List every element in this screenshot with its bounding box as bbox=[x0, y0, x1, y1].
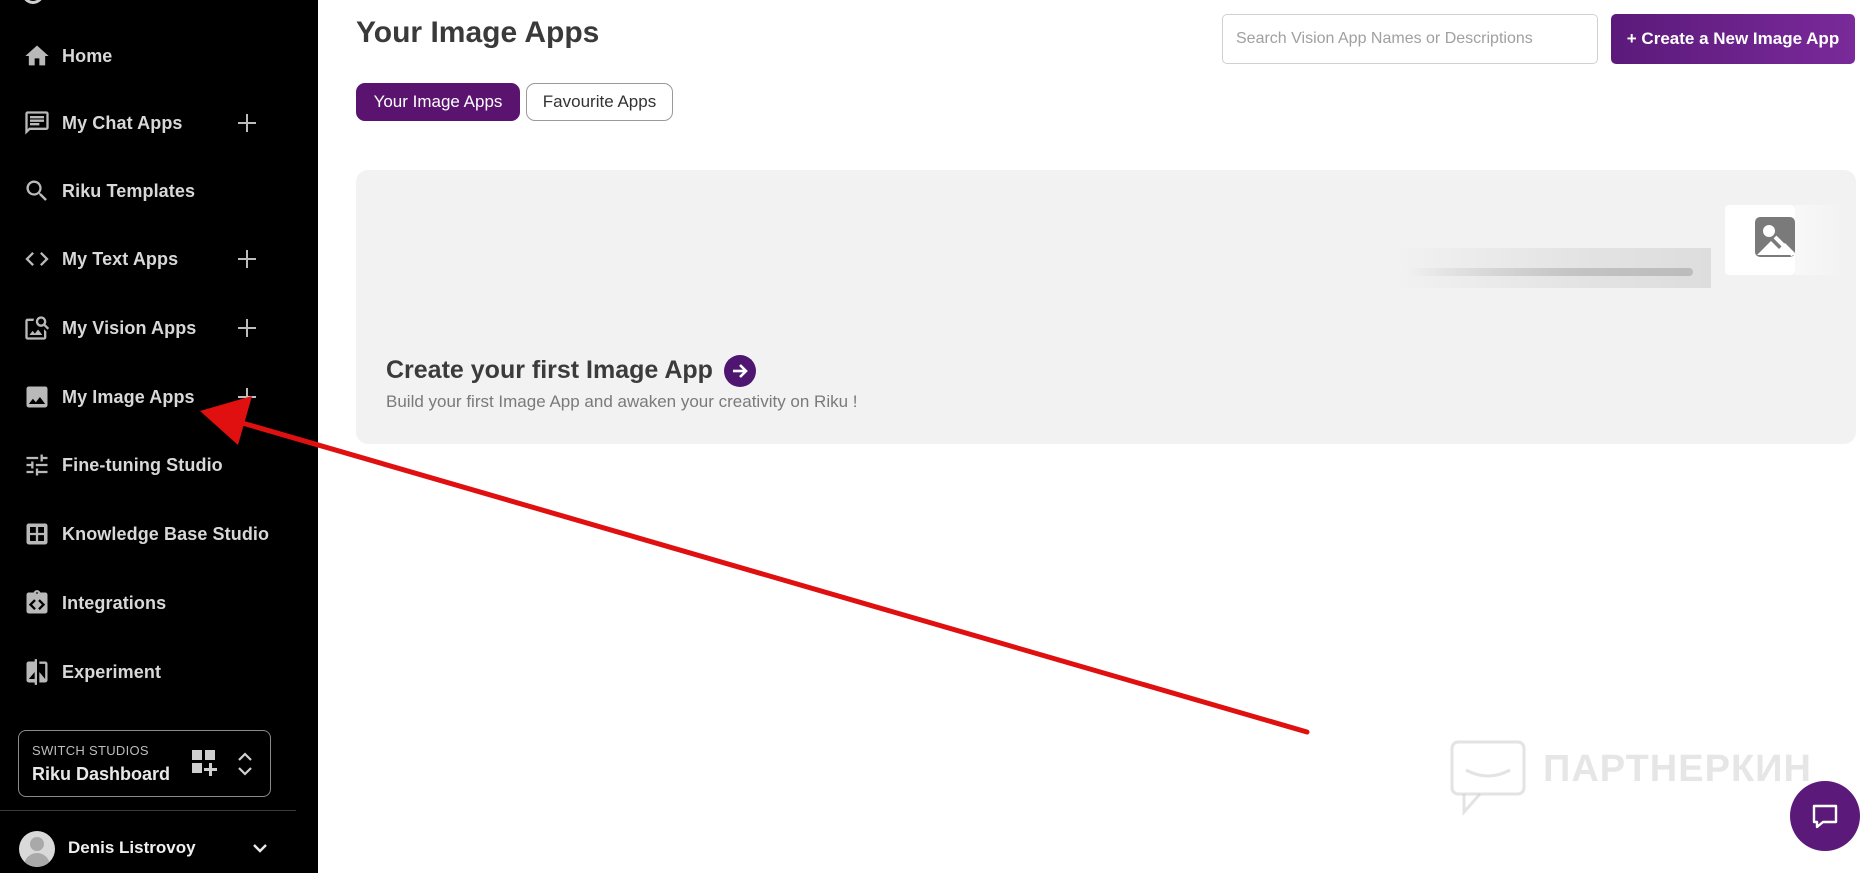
switch-studios-caption: SWITCH STUDIOS bbox=[32, 743, 149, 758]
support-chat-button[interactable] bbox=[1790, 781, 1860, 851]
home-icon bbox=[22, 41, 52, 71]
avatar bbox=[19, 831, 55, 867]
sidebar-item-fine-tuning-studio[interactable]: Fine-tuning Studio bbox=[0, 440, 318, 490]
search-input[interactable] bbox=[1222, 14, 1598, 64]
sidebar-item-label: My Chat Apps bbox=[62, 112, 183, 133]
sidebar-item-riku-templates[interactable]: Riku Templates bbox=[0, 166, 318, 216]
grid-icon bbox=[22, 519, 52, 549]
switch-studios-selector[interactable]: SWITCH STUDIOS Riku Dashboard bbox=[18, 730, 271, 797]
tab-favourite-apps[interactable]: Favourite Apps bbox=[526, 83, 673, 121]
add-text-app-plus-icon[interactable] bbox=[234, 246, 260, 272]
user-name: Denis Listrovoy bbox=[68, 838, 196, 857]
sidebar-item-label: Integrations bbox=[62, 592, 167, 613]
sidebar-item-label: Fine-tuning Studio bbox=[62, 454, 223, 475]
experiment-icon bbox=[22, 657, 52, 687]
card-title: Create your first Image App bbox=[386, 356, 713, 384]
sidebar-item-my-image-apps[interactable]: My Image Apps bbox=[0, 372, 318, 422]
integrations-icon bbox=[22, 588, 52, 618]
search-icon bbox=[22, 176, 52, 206]
sidebar-item-knowledge-base-studio[interactable]: Knowledge Base Studio bbox=[0, 509, 318, 559]
sidebar-item-label: Home bbox=[62, 45, 113, 66]
illustration-line bbox=[1406, 268, 1693, 276]
watermark-text: ПАРТНЕРКИН bbox=[1543, 748, 1812, 790]
chevron-down-icon[interactable] bbox=[250, 838, 270, 858]
unfold-chevrons-icon bbox=[238, 752, 252, 776]
sidebar-item-label: My Image Apps bbox=[62, 386, 195, 407]
create-first-app-card[interactable]: Create your first Image App Build your f… bbox=[356, 170, 1856, 444]
chat-icon bbox=[22, 108, 52, 138]
tab-your-image-apps[interactable]: Your Image Apps bbox=[356, 83, 520, 121]
chat-bubble-icon bbox=[1812, 804, 1838, 829]
sidebar-item-my-chat-apps[interactable]: My Chat Apps bbox=[0, 98, 318, 148]
sidebar-item-home[interactable]: Home bbox=[0, 31, 318, 81]
sidebar-item-my-vision-apps[interactable]: My Vision Apps bbox=[0, 303, 318, 353]
arrow-right-icon[interactable] bbox=[724, 355, 756, 387]
sidebar-divider bbox=[0, 810, 296, 811]
sidebar-item-experiment[interactable]: Experiment bbox=[0, 647, 318, 697]
create-new-image-app-button[interactable]: + Create a New Image App bbox=[1611, 14, 1855, 64]
sidebar-item-integrations[interactable]: Integrations bbox=[0, 578, 318, 628]
dashboard-add-icon bbox=[192, 750, 217, 776]
page-title: Your Image Apps bbox=[356, 16, 600, 49]
sidebar-item-my-text-apps[interactable]: My Text Apps bbox=[0, 234, 318, 284]
image-placeholder-icon bbox=[1755, 217, 1795, 257]
sidebar-item-label: My Vision Apps bbox=[62, 317, 197, 338]
top-logo-fragment bbox=[22, 0, 44, 4]
code-icon bbox=[22, 244, 52, 274]
image-icon bbox=[22, 382, 52, 412]
switch-studios-value: Riku Dashboard bbox=[32, 764, 171, 784]
add-image-app-plus-icon[interactable] bbox=[234, 384, 260, 410]
add-chat-app-plus-icon[interactable] bbox=[234, 110, 260, 136]
sidebar-item-label: Knowledge Base Studio bbox=[62, 523, 270, 544]
sidebar-item-label: Riku Templates bbox=[62, 180, 196, 201]
user-menu[interactable]: Denis Listrovoy bbox=[0, 828, 296, 868]
sidebar-item-label: Experiment bbox=[62, 661, 162, 682]
add-vision-app-plus-icon[interactable] bbox=[234, 315, 260, 341]
tune-icon bbox=[22, 450, 52, 480]
vision-icon bbox=[22, 313, 52, 343]
sidebar: Home My Chat Apps Riku Templates My Text… bbox=[0, 0, 318, 873]
card-subtitle: Build your first Image App and awaken yo… bbox=[386, 392, 858, 411]
sidebar-item-label: My Text Apps bbox=[62, 248, 179, 269]
